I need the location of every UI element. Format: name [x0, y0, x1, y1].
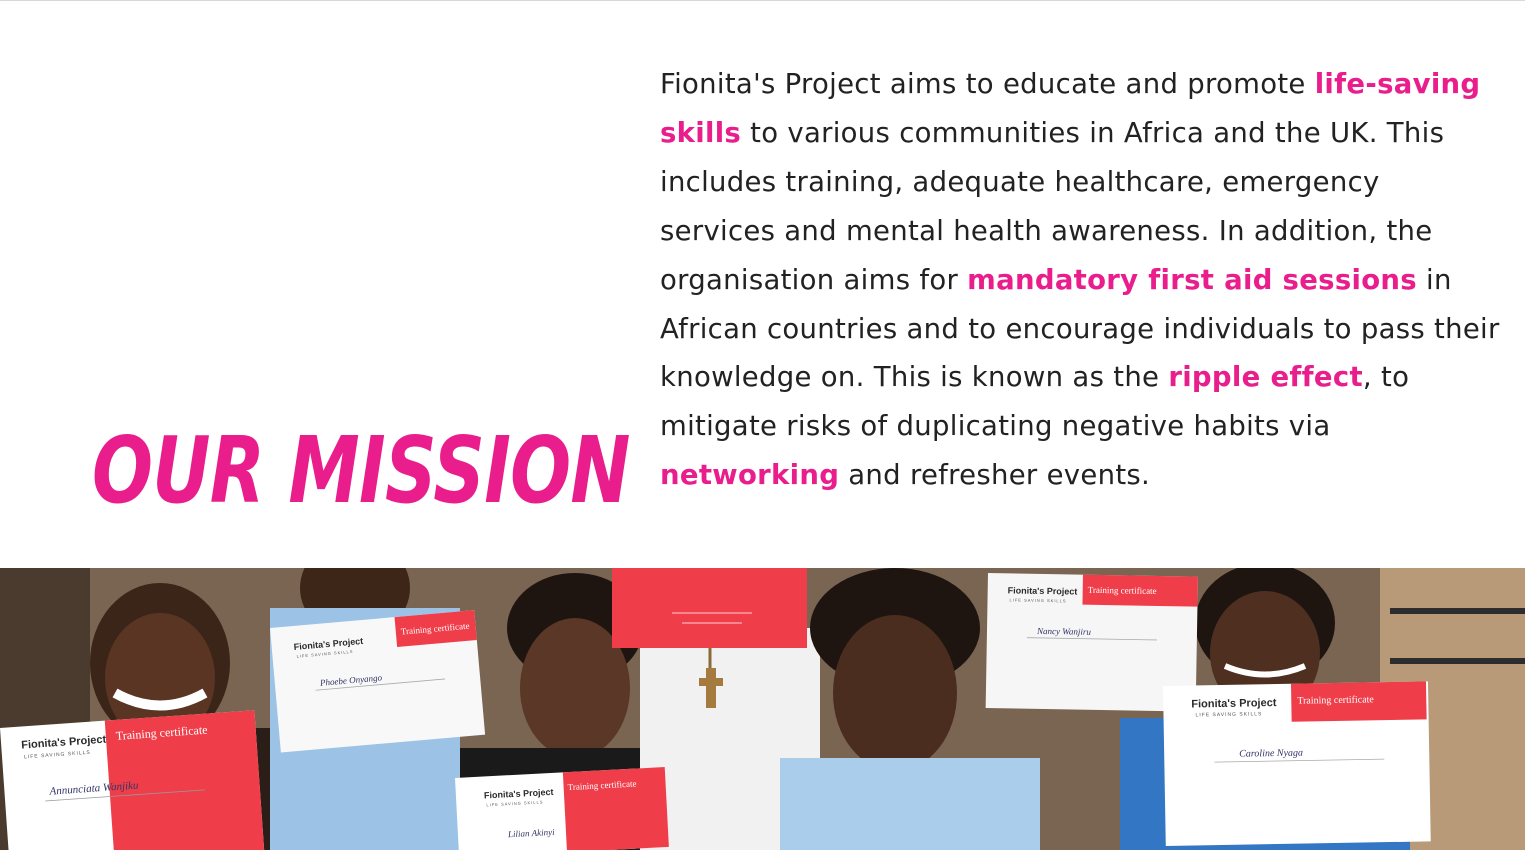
mission-page: OUR MISSION Fionita's Project aims to ed… [0, 0, 1525, 850]
certificate-4: Fionita's Project LIFE SAVING SKILLS Tra… [455, 767, 669, 850]
group-photo-illustration: Fionita's Project LIFE SAVING SKILLS Tra… [0, 568, 1525, 850]
highlighted-phrase: ripple effect [1168, 361, 1363, 394]
mission-paragraph: Fionita's Project aims to educate and pr… [660, 60, 1500, 500]
paragraph-text: Fionita's Project aims to educate and pr… [660, 68, 1315, 100]
highlighted-phrase: mandatory first aid sessions [967, 263, 1417, 296]
cert-5-org: Fionita's Project [1008, 585, 1078, 596]
group-photo: Fionita's Project LIFE SAVING SKILLS Tra… [0, 568, 1525, 850]
certificate-2: Fionita's Project LIFE SAVING SKILLS Tra… [270, 610, 486, 753]
paragraph-text: and refresher events. [839, 459, 1151, 492]
mission-heading: OUR MISSION [92, 417, 630, 524]
cert-6-name: Caroline Nyaga [1239, 748, 1303, 760]
cert-6-tagline: LIFE SAVING SKILLS [1195, 711, 1262, 718]
cert-5-name: Nancy Wanjiru [1036, 626, 1092, 637]
cert-6-label: Training certificate [1297, 694, 1374, 706]
cert-6-org: Fionita's Project [1191, 697, 1277, 710]
certificate-1: Fionita's Project LIFE SAVING SKILLS Tra… [0, 710, 265, 850]
certificate-3-partial [612, 568, 807, 648]
certificate-6: Fionita's Project LIFE SAVING SKILLS Tra… [1163, 681, 1431, 846]
highlighted-phrase: networking [660, 459, 840, 492]
top-divider [0, 0, 1525, 1]
cert-5-label: Training certificate [1088, 585, 1157, 596]
cert-5-tagline: LIFE SAVING SKILLS [1009, 597, 1066, 603]
